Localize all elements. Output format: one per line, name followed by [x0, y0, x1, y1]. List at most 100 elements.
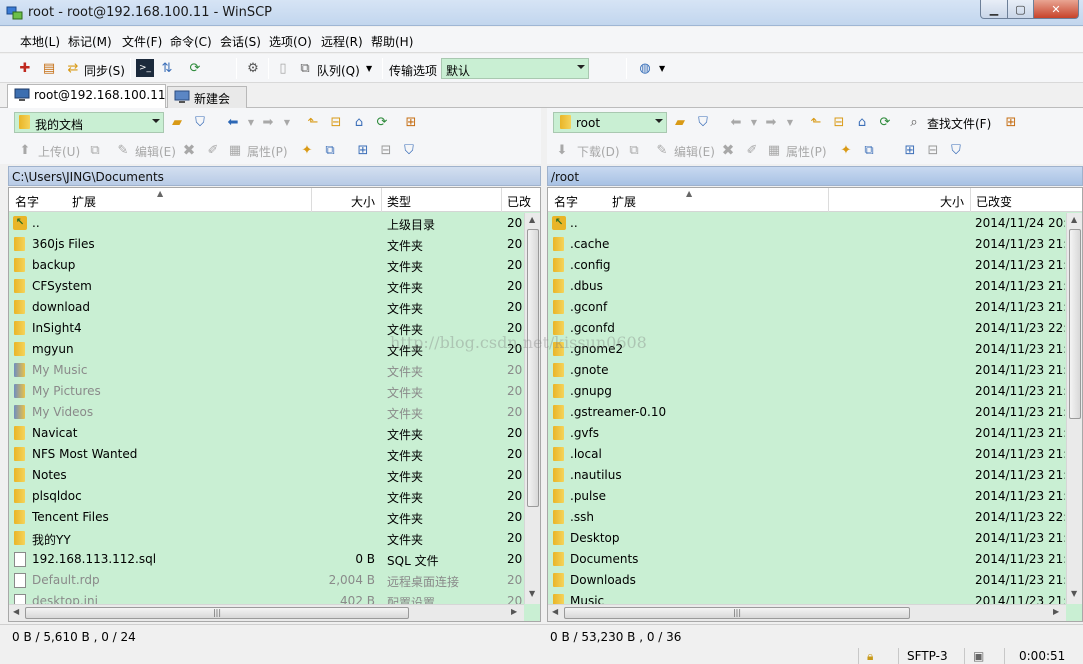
right-hscroll[interactable]: ◀ ||| ▶ — [548, 604, 1066, 621]
table-row[interactable]: .gconf 2014/11/23 21: — [548, 297, 1066, 318]
menu-command[interactable]: 命令(C) — [170, 33, 212, 50]
upload-button[interactable]: 上传(U) — [38, 143, 80, 160]
scroll-down-icon[interactable]: ▼ — [1071, 589, 1077, 598]
root-dir-icon[interactable]: ⊟ — [327, 113, 345, 131]
minimize-button[interactable]: ▁ — [980, 0, 1008, 19]
filter-select-icon[interactable]: ⛉ — [947, 141, 965, 159]
table-row[interactable]: 192.168.113.112.sql 0 B SQL 文件 20 — [9, 549, 524, 570]
back-icon[interactable]: ⬅ — [224, 113, 242, 131]
col-name[interactable]: 名字 — [15, 193, 39, 210]
back-icon[interactable]: ⬅ — [727, 113, 745, 131]
gear-icon[interactable]: ⚙ — [244, 59, 262, 77]
open-folder-icon[interactable]: ▰ — [168, 113, 186, 131]
menu-mark[interactable]: 标记(M) — [68, 33, 112, 50]
menu-help[interactable]: 帮助(H) — [371, 33, 413, 50]
edit-icon[interactable]: ✎ — [653, 141, 671, 159]
back-dropdown-icon[interactable]: ▼ — [745, 113, 763, 131]
left-file-list[interactable]: 名字 扩展 ▲ 大小 类型 已改 ↖.. 上级目录 20 360js Files 文件夹… — [8, 187, 541, 622]
queue-button[interactable]: 队列(Q) — [317, 62, 360, 79]
rename-icon[interactable]: ✐ — [204, 141, 222, 159]
compare-icon[interactable]: ▤ — [40, 59, 58, 77]
new-folder-icon[interactable]: ✦ — [298, 141, 316, 159]
table-row[interactable]: Documents 2014/11/23 21: — [548, 549, 1066, 570]
table-row[interactable]: Notes 文件夹 20 — [9, 465, 524, 486]
table-row[interactable]: .pulse 2014/11/23 21: — [548, 486, 1066, 507]
col-ext[interactable]: 扩展 — [612, 193, 636, 210]
home-icon[interactable]: ⌂ — [853, 113, 871, 131]
home-icon[interactable]: ⌂ — [350, 113, 368, 131]
download-button[interactable]: 下载(D) — [577, 143, 620, 160]
table-row[interactable]: plsqldoc 文件夹 20 — [9, 486, 524, 507]
table-row[interactable]: ↖.. 2014/11/24 20: — [548, 213, 1066, 234]
properties-button[interactable]: 属性(P) — [786, 143, 827, 160]
col-name[interactable]: 名字 — [554, 193, 578, 210]
table-row[interactable]: ↖.. 上级目录 20 — [9, 213, 524, 234]
globe-dropdown-icon[interactable]: ▼ — [659, 64, 665, 73]
edit-button[interactable]: 编辑(E) — [135, 143, 176, 160]
table-row[interactable]: Desktop 2014/11/23 21: — [548, 528, 1066, 549]
find-files-icon[interactable]: ⌕ — [905, 113, 923, 131]
table-row[interactable]: download 文件夹 20 — [9, 297, 524, 318]
sync-icon[interactable]: ⇄ — [64, 59, 82, 77]
upload-queue-icon[interactable]: ⧉ — [86, 141, 104, 159]
add-icon[interactable]: ✚ — [16, 59, 34, 77]
console-icon[interactable]: >_ — [136, 59, 154, 77]
scroll-right-icon[interactable]: ▶ — [1053, 607, 1059, 616]
parent-dir-icon[interactable]: ⬑ — [304, 113, 322, 131]
scroll-up-icon[interactable]: ▲ — [529, 215, 535, 224]
table-row[interactable]: .gvfs 2014/11/23 21: — [548, 423, 1066, 444]
table-row[interactable]: .local 2014/11/23 21: — [548, 444, 1066, 465]
unselect-icon[interactable]: ⊟ — [924, 141, 942, 159]
table-row[interactable]: My Pictures 文件夹 20 — [9, 381, 524, 402]
table-row[interactable]: .config 2014/11/23 21: — [548, 255, 1066, 276]
putty-icon[interactable]: ⇅ — [158, 59, 176, 77]
tree-icon[interactable]: ⊞ — [402, 113, 420, 131]
menu-local[interactable]: 本地(L) — [20, 33, 60, 50]
left-hscroll-thumb[interactable]: ||| — [25, 607, 409, 619]
table-row[interactable]: Tencent Files 文件夹 20 — [9, 507, 524, 528]
copy-icon[interactable]: ⧉ — [860, 141, 878, 159]
table-row[interactable]: 我的YY 文件夹 20 — [9, 528, 524, 549]
filter-icon[interactable]: ⛉ — [191, 113, 209, 131]
table-row[interactable]: .nautilus 2014/11/23 21: — [548, 465, 1066, 486]
refresh-icon[interactable]: ⟳ — [373, 113, 391, 131]
table-row[interactable]: .gnote 2014/11/23 21: — [548, 360, 1066, 381]
left-hscroll[interactable]: ◀ ||| ▶ — [9, 604, 524, 621]
refresh-icon[interactable]: ⟳ — [876, 113, 894, 131]
queue-icon[interactable]: ⧉ — [296, 59, 314, 77]
filter-icon[interactable]: ⛉ — [694, 113, 712, 131]
table-row[interactable]: .dbus 2014/11/23 21: — [548, 276, 1066, 297]
table-row[interactable]: Default.rdp 2,004 B 远程桌面连接 20 — [9, 570, 524, 591]
properties-button[interactable]: 属性(P) — [247, 143, 288, 160]
menu-remote[interactable]: 远程(R) — [321, 33, 363, 50]
col-changed[interactable]: 已改 — [507, 193, 531, 210]
table-row[interactable]: CFSystem 文件夹 20 — [9, 276, 524, 297]
edit-button[interactable]: 编辑(E) — [674, 143, 715, 160]
menu-session[interactable]: 会话(S) — [220, 33, 261, 50]
table-row[interactable]: 360js Files 文件夹 20 — [9, 234, 524, 255]
table-row[interactable]: .cache 2014/11/23 21: — [548, 234, 1066, 255]
rename-icon[interactable]: ✐ — [743, 141, 761, 159]
scroll-down-icon[interactable]: ▼ — [529, 589, 535, 598]
right-hscroll-thumb[interactable]: ||| — [564, 607, 910, 619]
left-vscroll[interactable]: ▲ ▼ — [524, 213, 540, 604]
table-row[interactable]: Downloads 2014/11/23 21: — [548, 570, 1066, 591]
left-location-select[interactable]: 我的文档 — [14, 112, 164, 133]
select-all-icon[interactable]: ⊞ — [901, 141, 919, 159]
col-type[interactable]: 类型 — [387, 193, 411, 210]
right-vscroll[interactable]: ▲ ▼ — [1066, 213, 1082, 604]
select-all-icon[interactable]: ⊞ — [354, 141, 372, 159]
right-vscroll-thumb[interactable] — [1069, 229, 1081, 419]
edit-icon[interactable]: ✎ — [114, 141, 132, 159]
col-changed[interactable]: 已改变 — [976, 193, 1012, 210]
scroll-right-icon[interactable]: ▶ — [511, 607, 517, 616]
unselect-icon[interactable]: ⊟ — [377, 141, 395, 159]
table-row[interactable]: .ssh 2014/11/23 22: — [548, 507, 1066, 528]
menu-options[interactable]: 选项(O) — [269, 33, 312, 50]
table-row[interactable]: .gnupg 2014/11/23 21: — [548, 381, 1066, 402]
delete-icon[interactable]: ✖ — [719, 141, 737, 159]
forward-icon[interactable]: ➡ — [762, 113, 780, 131]
forward-icon[interactable]: ➡ — [259, 113, 277, 131]
col-ext[interactable]: 扩展 — [72, 193, 96, 210]
scroll-left-icon[interactable]: ◀ — [552, 607, 558, 616]
